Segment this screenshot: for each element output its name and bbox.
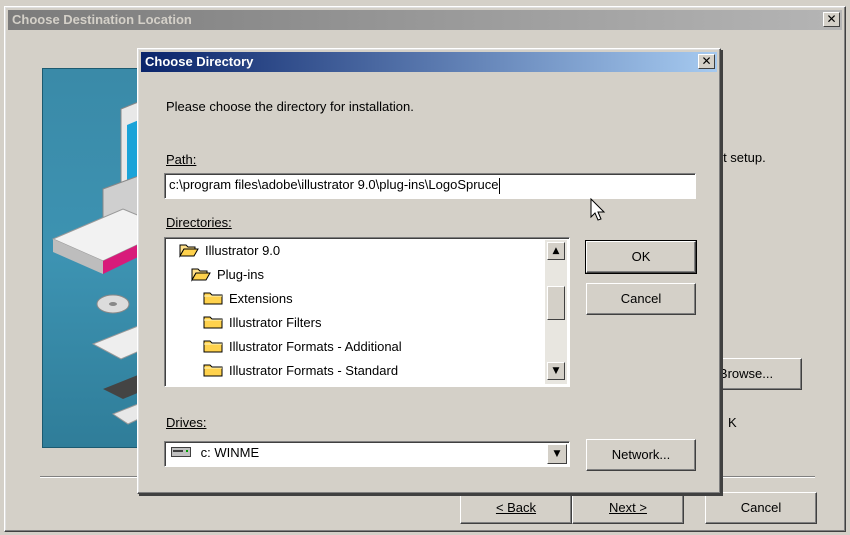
directory-item[interactable]: Extensions: [203, 290, 293, 310]
directory-item-label: Illustrator Formats - Additional: [229, 338, 402, 354]
folder-icon: [203, 362, 223, 381]
drive-value: c: WINME: [200, 445, 260, 460]
drives-dropdown-button[interactable]: ▼: [547, 444, 567, 464]
directory-item[interactable]: Plug-ins: [191, 266, 264, 286]
open-folder-icon: [179, 242, 199, 261]
directory-item-label: Illustrator Filters: [229, 314, 322, 330]
ok-button[interactable]: OK: [585, 240, 697, 274]
drive-icon: [171, 445, 191, 462]
directory-item-label: Illustrator Formats - Standard: [229, 362, 399, 378]
close-icon: ✕: [826, 12, 837, 26]
chevron-down-icon: ▼: [553, 449, 561, 459]
back-button[interactable]: < Back: [460, 492, 572, 524]
arrow-down-icon: ▼: [552, 366, 560, 376]
folder-icon: [203, 314, 223, 333]
folder-icon: [203, 290, 223, 309]
folder-icon: [203, 338, 223, 357]
dialog-close-button[interactable]: ✕: [698, 54, 715, 69]
disk-space-text: K: [728, 415, 737, 430]
drives-label: Drives:: [166, 415, 207, 430]
directory-item-label: Extensions: [229, 290, 293, 306]
destination-titlebar: Choose Destination Location ✕: [8, 10, 842, 30]
directories-scrollbar[interactable]: ▲ ▼: [545, 240, 567, 384]
scroll-thumb[interactable]: [547, 286, 565, 320]
open-folder-icon: [191, 266, 211, 285]
scroll-up-button[interactable]: ▲: [547, 242, 565, 260]
destination-cancel-button[interactable]: Cancel: [705, 492, 817, 524]
next-button[interactable]: Next >: [572, 492, 684, 524]
dialog-titlebar: Choose Directory ✕: [141, 52, 717, 72]
dialog-title: Choose Directory: [145, 54, 254, 69]
mouse-pointer-icon: [590, 198, 606, 221]
destination-title: Choose Destination Location: [12, 12, 192, 27]
close-icon: ✕: [701, 54, 712, 68]
directory-item[interactable]: Illustrator 9.0: [179, 242, 280, 262]
arrow-up-icon: ▲: [552, 246, 560, 256]
path-input[interactable]: c:\program files\adobe\illustrator 9.0\p…: [164, 173, 696, 199]
path-value: c:\program files\adobe\illustrator 9.0\p…: [169, 177, 499, 192]
directories-list[interactable]: Illustrator 9.0 Plug-ins Extensions Illustr…: [164, 237, 570, 387]
choose-directory-dialog: Choose Directory ✕ Please choose the dir…: [137, 48, 721, 494]
instruction-text: Please choose the directory for installa…: [166, 99, 414, 114]
scroll-down-button[interactable]: ▼: [547, 362, 565, 380]
network-button[interactable]: Network...: [586, 439, 696, 471]
directory-item-label: Illustrator 9.0: [205, 242, 281, 258]
directory-item[interactable]: Illustrator Filters: [203, 314, 321, 334]
directories-label: Directories:: [166, 215, 232, 230]
directory-item[interactable]: Illustrator Formats - Additional: [203, 338, 402, 358]
directory-item-label: Plug-ins: [217, 266, 264, 282]
path-label: Path:: [166, 152, 197, 167]
exit-setup-text: to exit setup.: [706, 150, 766, 165]
drives-dropdown[interactable]: c: WINME ▼: [164, 441, 570, 467]
text-caret: [498, 177, 500, 194]
dialog-cancel-button[interactable]: Cancel: [586, 283, 696, 315]
directory-item[interactable]: Illustrator Formats - Standard: [203, 362, 398, 382]
destination-close-button[interactable]: ✕: [823, 12, 840, 27]
